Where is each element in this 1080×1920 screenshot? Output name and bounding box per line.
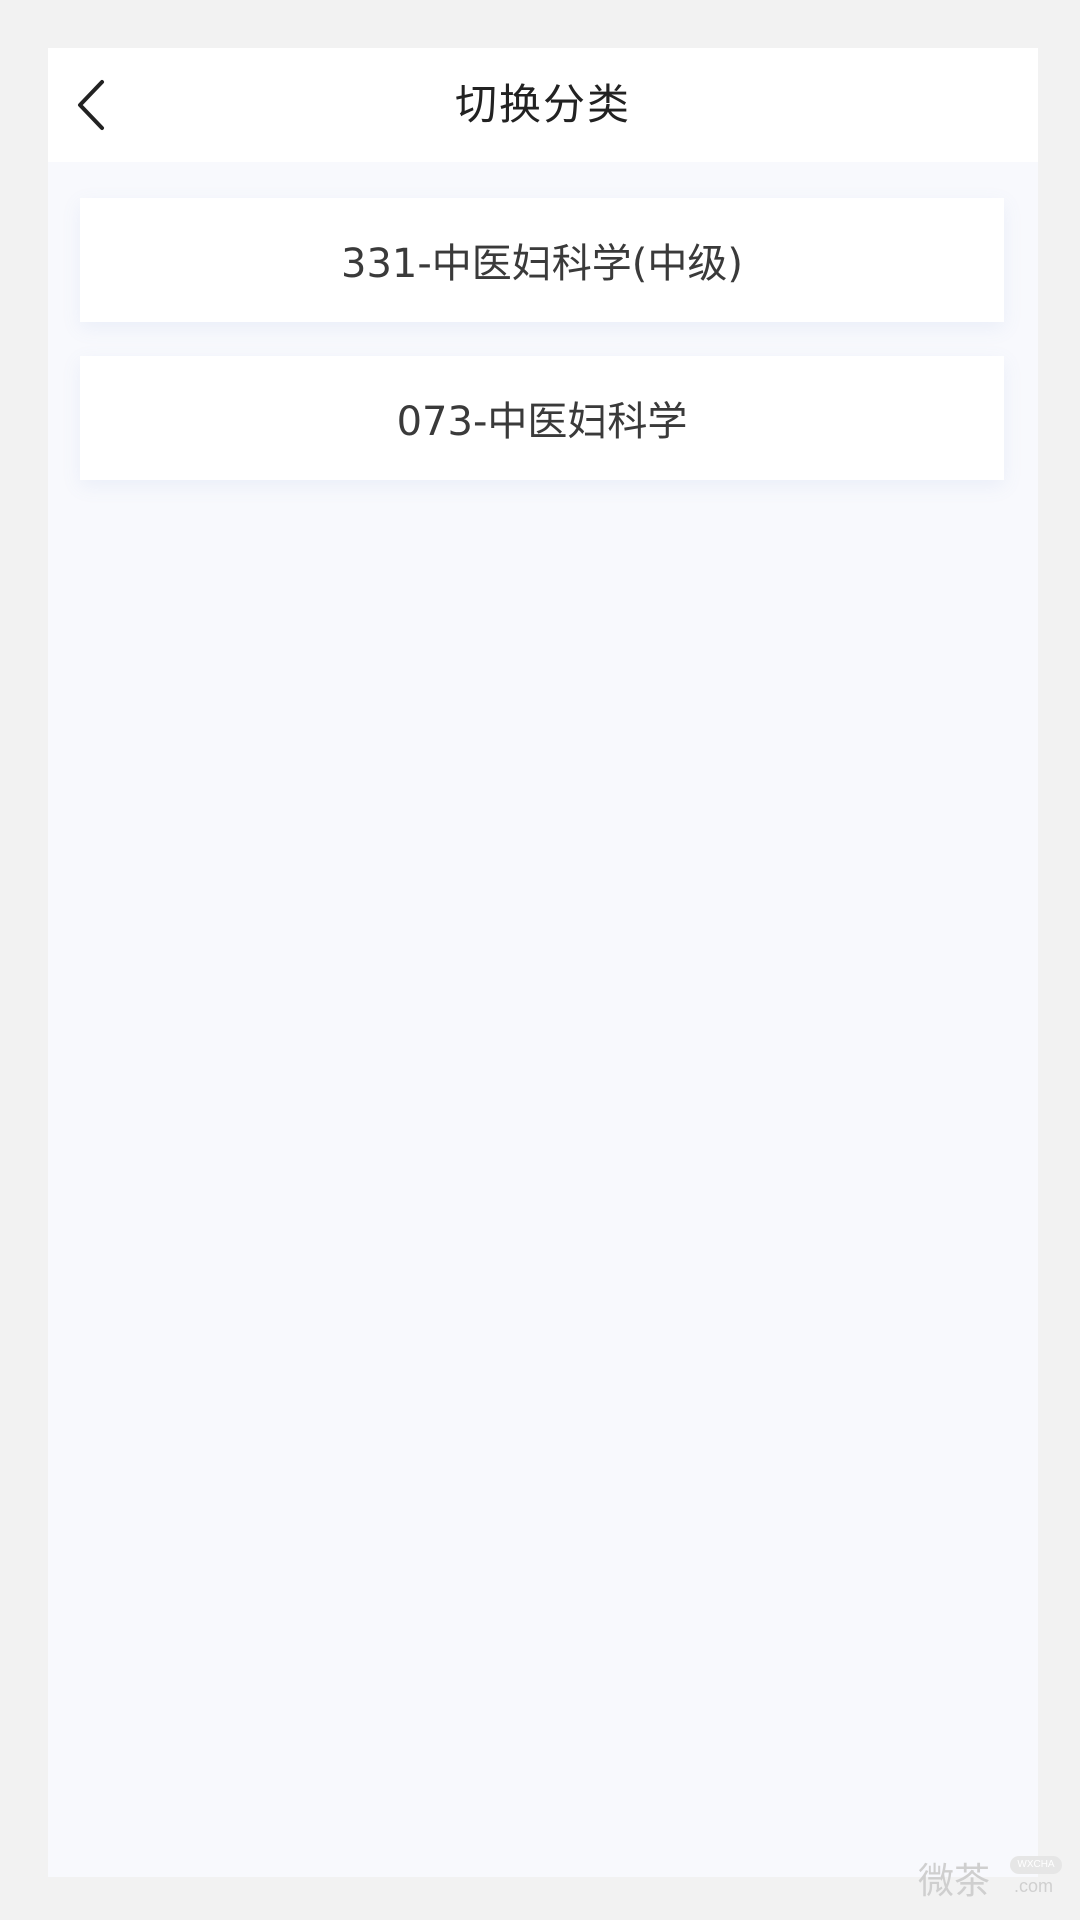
watermark-text: 微茶: [918, 1861, 991, 1902]
nav-bar: 切换分类: [48, 48, 1038, 162]
category-list: 331-中医妇科学(中级) 073-中医妇科学: [80, 198, 1004, 514]
watermark: 微茶 WXCHA .com: [918, 1852, 1068, 1902]
watermark-badge: WXCHA: [1010, 1856, 1062, 1874]
category-item-label: 073-中医妇科学: [396, 399, 688, 445]
page-title: 切换分类: [454, 80, 631, 129]
category-item-label: 331-中医妇科学(中级): [341, 241, 743, 287]
category-item-331[interactable]: 331-中医妇科学(中级): [80, 198, 1004, 322]
category-item-073[interactable]: 073-中医妇科学: [80, 356, 1004, 480]
app-screen: 切换分类 331-中医妇科学(中级) 073-中医妇科学: [48, 48, 1038, 1877]
watermark-domain: .com: [1014, 1876, 1054, 1896]
